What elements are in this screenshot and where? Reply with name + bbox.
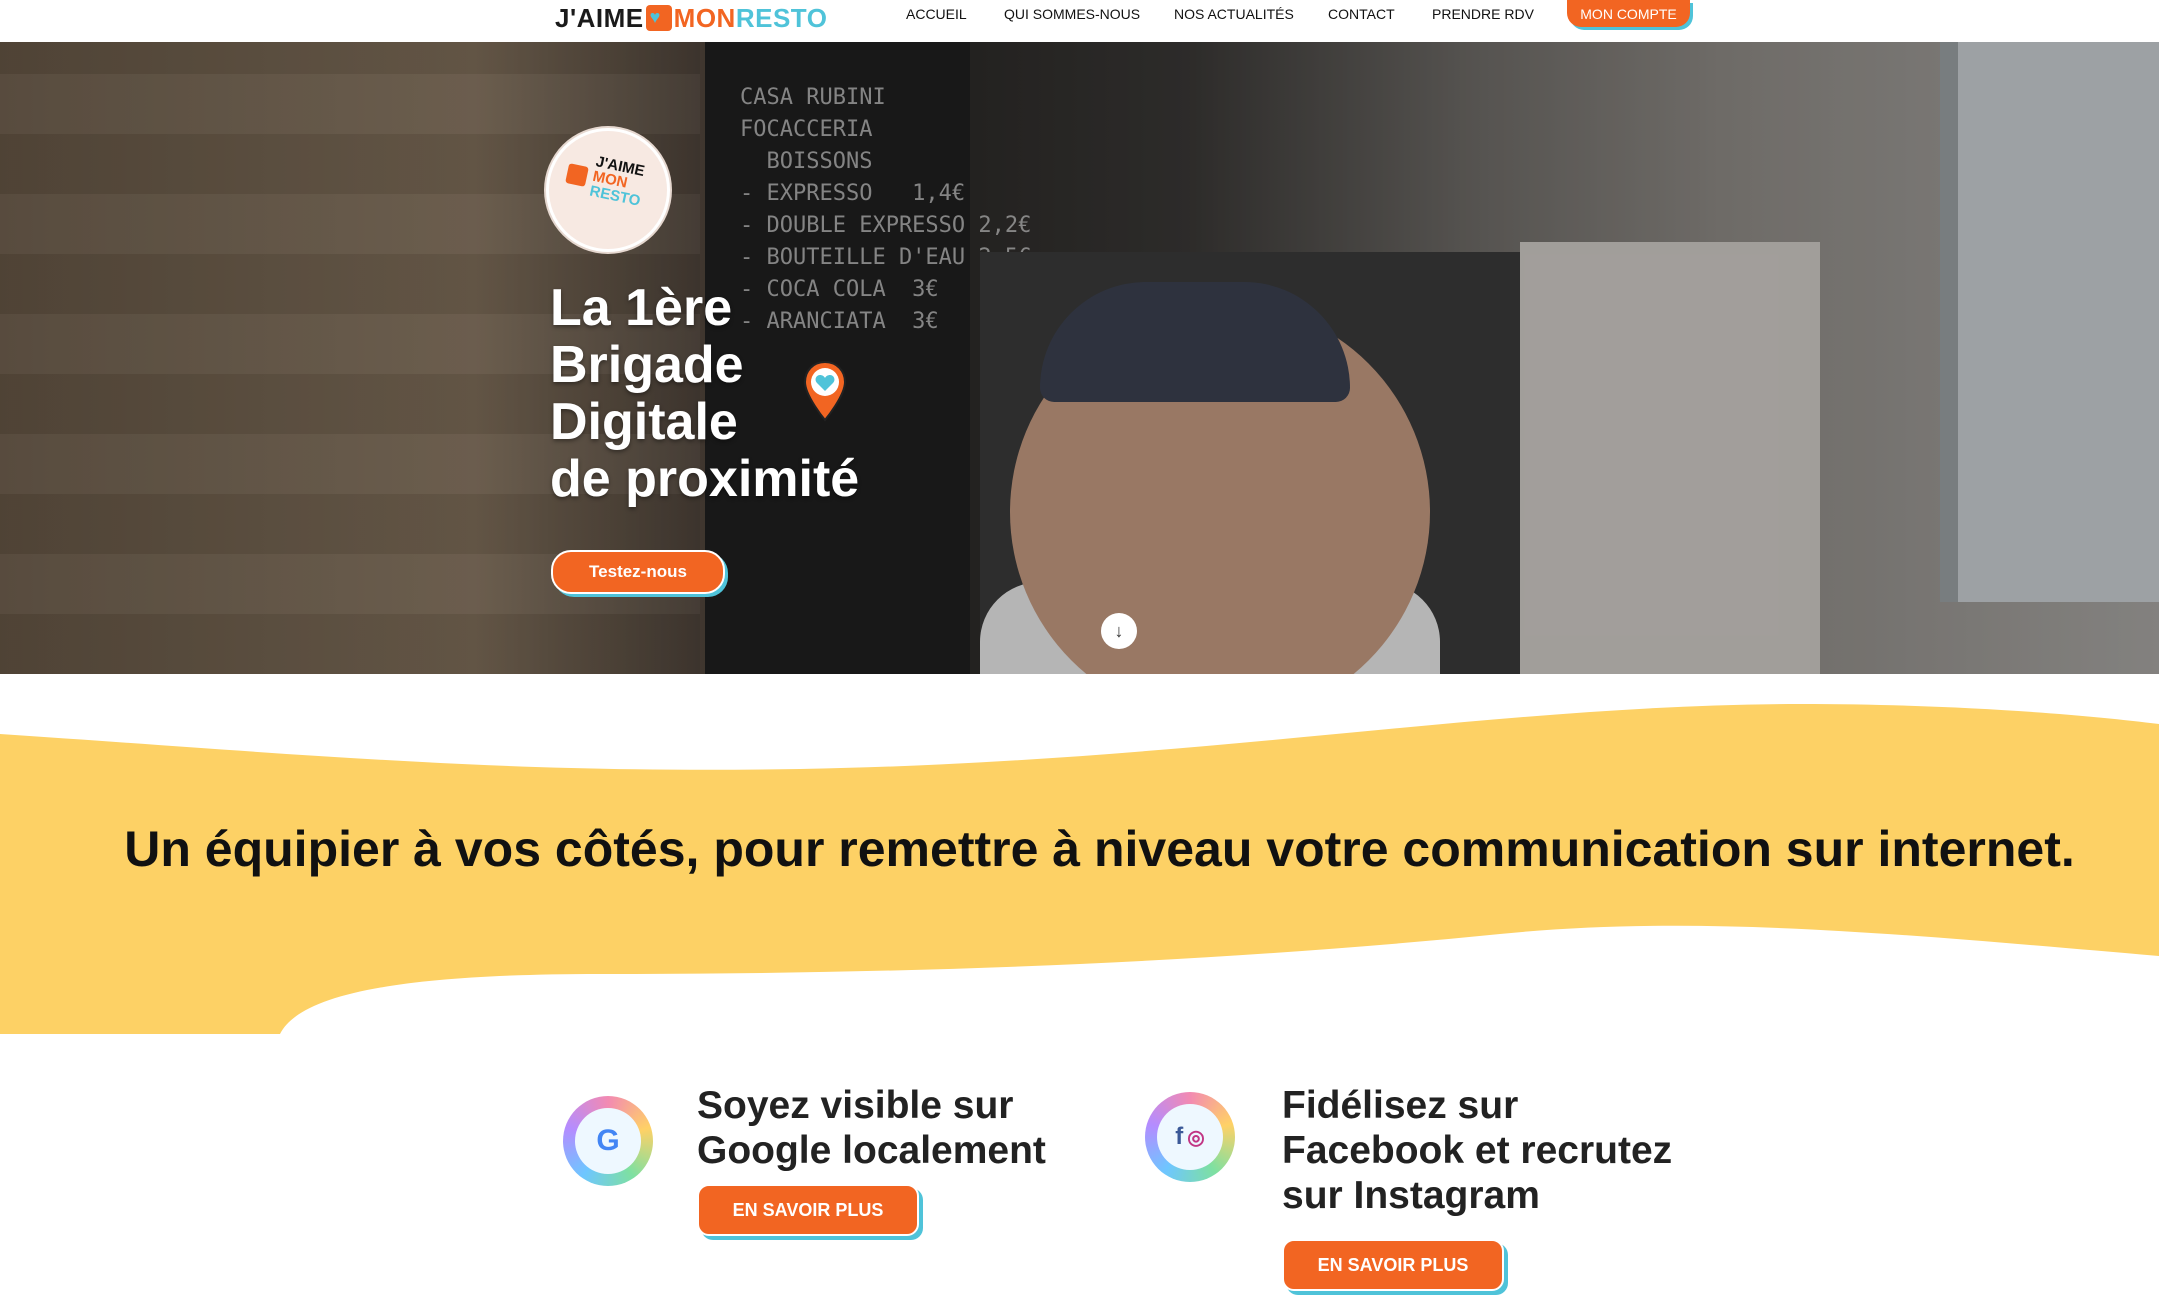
google-icon: G: [563, 1096, 653, 1186]
hero-overlay: [0, 42, 2159, 674]
testez-nous-button[interactable]: Testez-nous: [551, 550, 725, 594]
nav-contact[interactable]: CONTACT: [1328, 0, 1395, 28]
facebook-instagram-icon: f ◎: [1145, 1092, 1235, 1182]
heart-logo-icon: ♥: [645, 5, 672, 31]
tagline: Un équipier à vos côtés, pour remettre à…: [124, 821, 2075, 877]
feature-facebook-more-button[interactable]: EN SAVOIR PLUS: [1282, 1239, 1504, 1291]
scroll-down-arrow-icon[interactable]: ↓: [1101, 613, 1137, 649]
mon-compte-button[interactable]: MON COMPTE: [1567, 0, 1690, 27]
heart-pin-icon: [803, 360, 847, 422]
feature-google-title: Soyez visible sur Google localement: [697, 1084, 1046, 1172]
brand-badge: J'AIME MON RESTO: [546, 128, 670, 252]
site-logo[interactable]: J'AIME ♥ MON RESTO: [555, 2, 827, 34]
hero-banner: CASA RUBINI FOCACCERIA BOISSONS - EXPRES…: [0, 42, 2159, 674]
heart-badge-icon: [565, 163, 589, 187]
nav-actualites[interactable]: NOS ACTUALITÉS: [1174, 0, 1294, 28]
feature-facebook-title: Fidélisez sur Facebook et recrutez sur I…: [1282, 1084, 1673, 1217]
nav-prendre-rdv[interactable]: PRENDRE RDV: [1432, 0, 1534, 28]
site-header: J'AIME ♥ MON RESTO ACCUEIL QUI SOMMES-NO…: [0, 0, 2159, 42]
nav-qui-sommes-nous[interactable]: QUI SOMMES-NOUS: [1004, 0, 1140, 28]
feature-google-more-button[interactable]: EN SAVOIR PLUS: [697, 1184, 919, 1236]
nav-accueil[interactable]: ACCUEIL: [906, 0, 967, 28]
